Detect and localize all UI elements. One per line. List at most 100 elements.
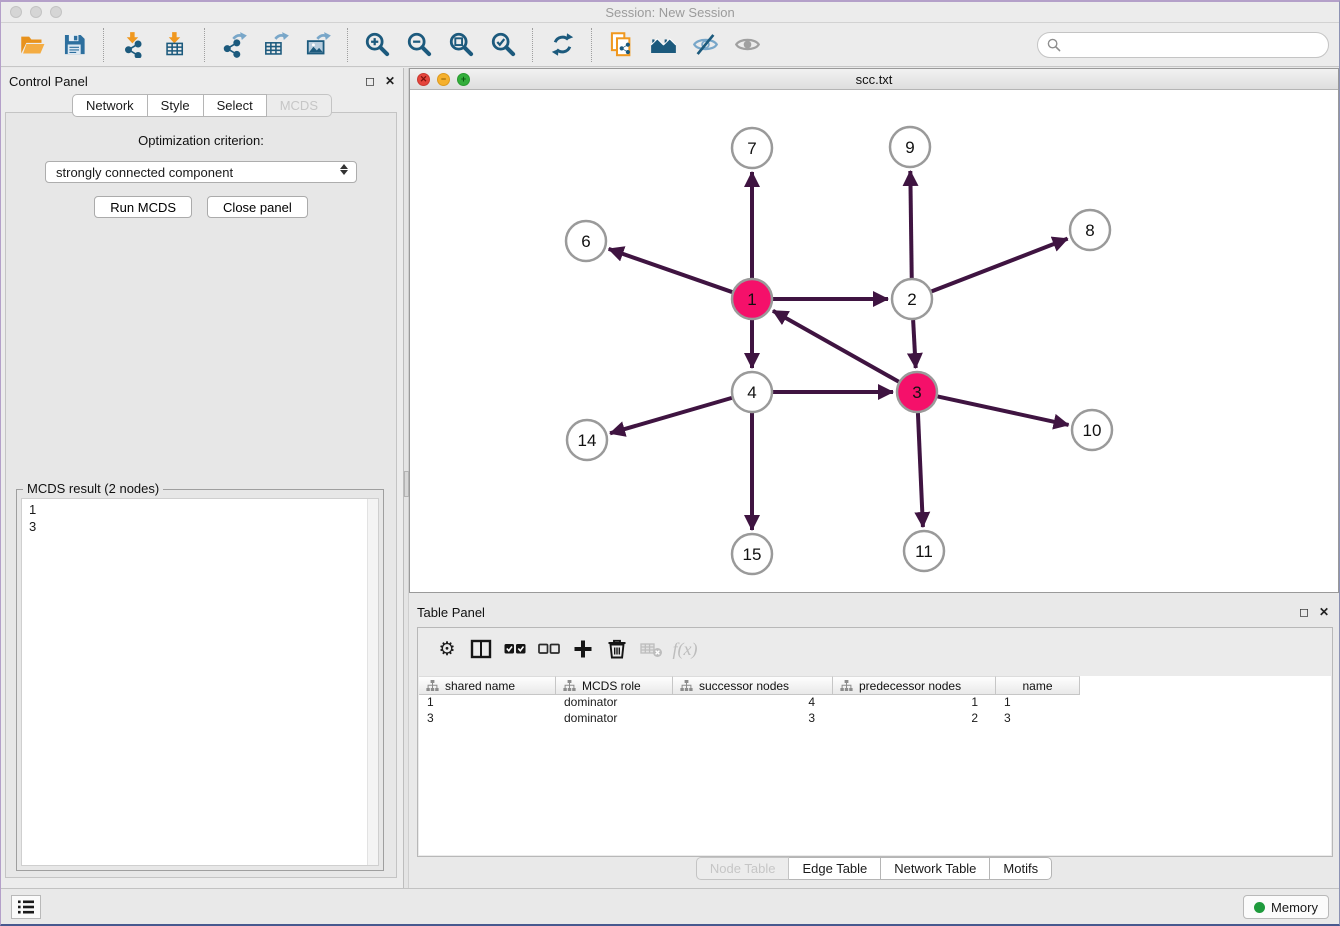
mcds-result-box: MCDS result (2 nodes) 1 3 — [16, 489, 384, 871]
export-network-icon[interactable] — [219, 30, 249, 60]
tab-node-table[interactable]: Node Table — [696, 857, 790, 880]
table-tabbar: Node TableEdge TableNetwork TableMotifs — [409, 857, 1339, 880]
graph-node-8[interactable]: 8 — [1070, 210, 1110, 250]
tab-mcds[interactable]: MCDS — [267, 94, 332, 117]
task-history-button[interactable] — [11, 895, 41, 919]
export-table-icon[interactable] — [261, 30, 291, 60]
cell-shared-name[interactable]: 1 — [419, 695, 556, 711]
refresh-view-icon[interactable] — [547, 30, 577, 60]
list-icon — [17, 899, 35, 915]
network-minimize-icon[interactable]: − — [437, 73, 450, 86]
cell-MCDS-role[interactable]: dominator — [556, 711, 673, 727]
import-network-icon[interactable] — [118, 30, 148, 60]
deselect-all-icon[interactable] — [532, 634, 566, 664]
cell-predecessor-nodes[interactable]: 1 — [833, 695, 996, 711]
column-header-name[interactable]: name — [996, 676, 1080, 695]
float-panel-icon[interactable]: ◻ — [365, 75, 375, 87]
mcds-result-text[interactable]: 1 3 — [21, 498, 379, 866]
tab-style[interactable]: Style — [148, 94, 204, 117]
network-window-titlebar[interactable]: scc.txt ✕ − + — [410, 69, 1338, 90]
network-canvas[interactable]: 7 9 6 8 1 2 4 3 14 10 15 11 — [410, 90, 1338, 592]
hide-graphics-icon[interactable] — [690, 30, 720, 60]
optimization-criterion-select[interactable]: strongly connected component — [45, 161, 357, 183]
column-header-successor-nodes[interactable]: successor nodes — [673, 676, 833, 695]
toolbar-separator — [204, 28, 205, 62]
network-close-icon[interactable]: ✕ — [417, 73, 430, 86]
table-row[interactable]: 1dominator411 — [419, 695, 1331, 711]
close-panel-icon[interactable]: ✕ — [385, 75, 395, 87]
search-box[interactable] — [1037, 32, 1329, 58]
cell-name[interactable]: 1 — [996, 695, 1080, 711]
duplicate-network-icon[interactable] — [606, 30, 636, 60]
graph-node-2[interactable]: 2 — [892, 279, 932, 319]
cell-successor-nodes[interactable]: 4 — [673, 695, 833, 711]
column-label: MCDS role — [582, 679, 641, 693]
result-scrollbar[interactable] — [367, 499, 378, 865]
show-graphics-icon[interactable] — [732, 30, 762, 60]
function-builder-icon: f(x) — [668, 634, 702, 664]
graph-node-14[interactable]: 14 — [567, 420, 607, 460]
tab-select[interactable]: Select — [204, 94, 267, 117]
network-window-title: scc.txt — [410, 72, 1338, 87]
edge-2-9[interactable] — [910, 171, 911, 278]
cell-successor-nodes[interactable]: 3 — [673, 711, 833, 727]
graph-node-3[interactable]: 3 — [897, 372, 937, 412]
tab-network[interactable]: Network — [72, 94, 148, 117]
node-table: shared name MCDS role successor nodesprede… — [419, 676, 1331, 855]
svg-text:7: 7 — [747, 139, 756, 158]
graph-node-11[interactable]: 11 — [904, 531, 944, 571]
mcds-result-title: MCDS result (2 nodes) — [23, 481, 163, 496]
open-session-icon[interactable] — [17, 30, 47, 60]
toolbar-separator — [103, 28, 104, 62]
run-mcds-button[interactable]: Run MCDS — [94, 196, 192, 218]
delete-column-icon[interactable] — [600, 634, 634, 664]
cell-MCDS-role[interactable]: dominator — [556, 695, 673, 711]
search-input[interactable] — [1066, 35, 1328, 55]
column-header-predecessor-nodes[interactable]: predecessor nodes — [833, 676, 996, 695]
table-row[interactable]: 3dominator323 — [419, 711, 1331, 727]
tab-motifs[interactable]: Motifs — [990, 857, 1052, 880]
edge-3-11[interactable] — [918, 413, 923, 527]
edge-3-1[interactable] — [773, 311, 899, 382]
window-title: Session: New Session — [1, 5, 1339, 20]
column-header-shared-name[interactable]: shared name — [419, 676, 556, 695]
gear-icon[interactable]: ⚙ — [430, 634, 464, 664]
edge-2-3[interactable] — [913, 320, 916, 368]
column-header-MCDS-role[interactable]: MCDS role — [556, 676, 673, 695]
control-panel-tabbar: NetworkStyleSelectMCDS — [1, 94, 403, 117]
tab-edge-table[interactable]: Edge Table — [789, 857, 881, 880]
graph-node-1[interactable]: 1 — [732, 279, 772, 319]
save-session-icon[interactable] — [59, 30, 89, 60]
select-all-icon[interactable] — [498, 634, 532, 664]
memory-button[interactable]: Memory — [1243, 895, 1329, 919]
zoom-in-icon[interactable] — [362, 30, 392, 60]
graph-node-15[interactable]: 15 — [732, 534, 772, 574]
graph-node-9[interactable]: 9 — [890, 127, 930, 167]
table-close-panel-icon[interactable]: ✕ — [1319, 606, 1329, 618]
close-panel-button[interactable]: Close panel — [207, 196, 308, 218]
edge-1-6[interactable] — [609, 249, 733, 292]
graph-node-6[interactable]: 6 — [566, 221, 606, 261]
zoom-out-icon[interactable] — [404, 30, 434, 60]
zoom-fit-icon[interactable] — [446, 30, 476, 60]
table-float-panel-icon[interactable]: ◻ — [1299, 606, 1309, 618]
export-image-icon[interactable] — [303, 30, 333, 60]
memory-status-icon — [1254, 902, 1265, 913]
edge-2-8[interactable] — [932, 239, 1068, 292]
import-table-icon[interactable] — [160, 30, 190, 60]
graph-node-7[interactable]: 7 — [732, 128, 772, 168]
graph-node-10[interactable]: 10 — [1072, 410, 1112, 450]
cell-name[interactable]: 3 — [996, 711, 1080, 727]
cell-predecessor-nodes[interactable]: 2 — [833, 711, 996, 727]
zoom-selected-icon[interactable] — [488, 30, 518, 60]
split-view-icon[interactable] — [464, 634, 498, 664]
home-layout-icon[interactable] — [648, 30, 678, 60]
edge-3-10[interactable] — [938, 396, 1069, 424]
control-panel-title: Control Panel — [9, 74, 355, 89]
graph-node-4[interactable]: 4 — [732, 372, 772, 412]
add-column-icon[interactable] — [566, 634, 600, 664]
edge-4-14[interactable] — [610, 398, 732, 433]
cell-shared-name[interactable]: 3 — [419, 711, 556, 727]
tab-network-table[interactable]: Network Table — [881, 857, 990, 880]
network-maximize-icon[interactable]: + — [457, 73, 470, 86]
